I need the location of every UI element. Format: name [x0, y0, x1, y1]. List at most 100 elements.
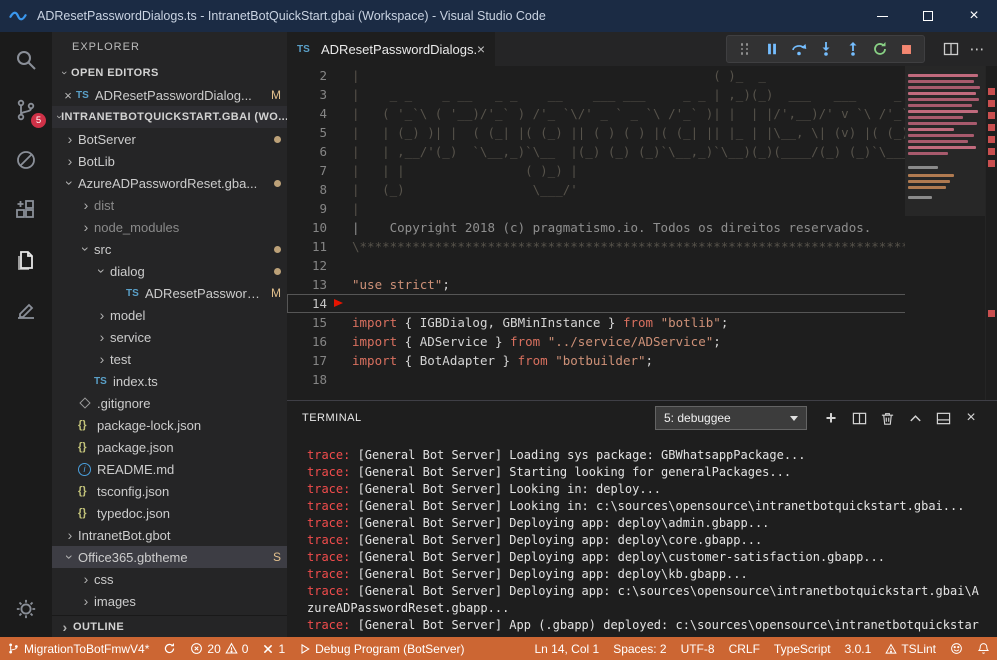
tree-item-label: ADResetPasswordDial... — [145, 286, 265, 301]
feedback-item[interactable] — [943, 637, 970, 660]
ts-version-item[interactable]: 3.0.1 — [838, 637, 879, 660]
tree-item-package-lock-json[interactable]: ›{}package-lock.json — [52, 414, 287, 436]
tree-item-src[interactable]: ›src — [52, 238, 287, 260]
line-number[interactable]: 5 — [287, 123, 327, 142]
tree-item-package-json[interactable]: ›{}package.json — [52, 436, 287, 458]
trace-prefix: trace: — [307, 618, 350, 632]
close-editor-icon[interactable]: × — [60, 88, 76, 103]
kill-terminal-button[interactable] — [873, 404, 901, 432]
outline-section-header[interactable]: › OUTLINE — [52, 615, 287, 637]
terminal-output[interactable]: trace: [General Bot Server] Loading sys … — [287, 435, 997, 637]
tslint-item[interactable]: TSLint — [878, 637, 943, 660]
problems-item[interactable]: 20 0 — [183, 637, 255, 660]
tree-item-readme-md[interactable]: ›iREADME.md — [52, 458, 287, 480]
code-editor[interactable]: 2| ( )_ _ |3| _ _ _ __ _ _ __ ___ ___ _ … — [287, 66, 997, 400]
line-number[interactable]: 10 — [287, 218, 327, 237]
settings-button[interactable] — [12, 595, 40, 623]
minimap-bar — [908, 74, 978, 77]
pause-button[interactable] — [758, 36, 785, 62]
line-number[interactable]: 7 — [287, 161, 327, 180]
line-number[interactable]: 3 — [287, 85, 327, 104]
tree-item-adresetpassworddial-[interactable]: ›TSADResetPasswordDial...M — [52, 282, 287, 304]
tree-item-dialog[interactable]: ›dialog — [52, 260, 287, 282]
indentation-item[interactable]: Spaces: 2 — [606, 637, 673, 660]
maximize-button[interactable] — [905, 0, 951, 32]
tree-item-typedoc-json[interactable]: ›{}typedoc.json — [52, 502, 287, 524]
notifications-item[interactable] — [970, 637, 997, 660]
line-number[interactable]: 4 — [287, 104, 327, 123]
line-number[interactable]: 8 — [287, 180, 327, 199]
tree-item-botserver[interactable]: ›BotServer — [52, 128, 287, 150]
tab-adresetpassworddialogs[interactable]: TS ADResetPasswordDialogs.ts × — [287, 32, 495, 66]
step-over-button[interactable] — [785, 36, 812, 62]
minimize-button[interactable] — [859, 0, 905, 32]
sync-item[interactable] — [156, 637, 183, 660]
tree-item-intranetbot-gbot[interactable]: ›IntranetBot.gbot — [52, 524, 287, 546]
tree-item-tsconfig-json[interactable]: ›{}tsconfig.json — [52, 480, 287, 502]
token — [653, 315, 661, 330]
step-into-button[interactable] — [812, 36, 839, 62]
debug-status-item[interactable]: Debug Program (BotServer) — [292, 637, 471, 660]
language-item[interactable]: TypeScript — [767, 637, 838, 660]
cursor-position-item[interactable]: Ln 14, Col 1 — [527, 637, 606, 660]
restart-button[interactable] — [866, 36, 893, 62]
encoding-item[interactable]: UTF-8 — [674, 637, 722, 660]
open-editor-item[interactable]: × TS ADResetPasswordDialog... M — [52, 84, 287, 106]
tree-item-service[interactable]: ›service — [52, 326, 287, 348]
sidebar-title: EXPLORER — [52, 32, 287, 62]
source-control-view-button[interactable]: 5 — [12, 96, 40, 124]
line-number[interactable]: 18 — [287, 370, 327, 389]
line-number[interactable]: 14 — [287, 294, 327, 313]
tree-item-botlib[interactable]: ›BotLib — [52, 150, 287, 172]
tree-item-index-ts[interactable]: ›TSindex.ts — [52, 370, 287, 392]
edit-view-button[interactable] — [12, 296, 40, 324]
new-terminal-button[interactable]: + — [817, 404, 845, 432]
tab-close-icon[interactable]: × — [477, 41, 485, 57]
tree-item-node-modules[interactable]: ›node_modules — [52, 216, 287, 238]
code-line-6: 6| | ,__/'(_) `\__,_)`\__ |(_) (_) (_)`\… — [287, 142, 997, 161]
overview-ruler[interactable] — [985, 66, 997, 400]
maximize-panel-button[interactable] — [901, 404, 929, 432]
git-branch-item[interactable]: MigrationToBotFmwV4* — [0, 637, 156, 660]
eol-item[interactable]: CRLF — [722, 637, 767, 660]
close-button[interactable]: × — [951, 0, 997, 32]
tree-item-model[interactable]: ›model — [52, 304, 287, 326]
tree-item--gitignore[interactable]: ›.gitignore — [52, 392, 287, 414]
tree-item-dist[interactable]: ›dist — [52, 194, 287, 216]
explorer-view-button[interactable] — [12, 246, 40, 274]
step-out-button[interactable] — [839, 36, 866, 62]
tree-item-azureadpasswordreset-gba-[interactable]: ›AzureADPasswordReset.gba... — [52, 172, 287, 194]
terminal-select[interactable]: 5: debuggee — [655, 406, 807, 430]
line-number[interactable]: 17 — [287, 351, 327, 370]
debug-view-button[interactable] — [12, 146, 40, 174]
minimap[interactable] — [905, 66, 985, 400]
split-editor-button[interactable] — [937, 36, 964, 62]
split-terminal-button[interactable] — [845, 404, 873, 432]
tree-item-label: BotServer — [78, 132, 136, 147]
open-editors-header[interactable]: › OPEN EDITORS — [52, 62, 287, 84]
toolbar-drag-handle[interactable] — [731, 36, 758, 62]
close-panel-button[interactable]: × — [957, 404, 985, 432]
line-number[interactable]: 11 — [287, 237, 327, 256]
line-number[interactable]: 6 — [287, 142, 327, 161]
more-actions-button[interactable]: ⋯ — [964, 36, 991, 62]
code-text: import { ADService } from "../service/AD… — [352, 332, 721, 351]
line-number[interactable]: 2 — [287, 66, 327, 85]
workspace-section-header[interactable]: › INTRANETBOTQUICKSTART.GBAI (WO... — [52, 106, 287, 128]
extensions-view-button[interactable] — [12, 196, 40, 224]
stop-button[interactable] — [893, 36, 920, 62]
line-number[interactable]: 12 — [287, 256, 327, 275]
tree-item-css[interactable]: ›css — [52, 568, 287, 590]
tasks-item[interactable]: 1 — [255, 637, 292, 660]
tree-item-test[interactable]: ›test — [52, 348, 287, 370]
terminal-panel: TERMINAL 5: debuggee + — [287, 400, 997, 637]
line-number[interactable]: 15 — [287, 313, 327, 332]
terminal-tab[interactable]: TERMINAL — [302, 412, 362, 424]
line-number[interactable]: 9 — [287, 199, 327, 218]
tree-item-images[interactable]: ›images — [52, 590, 287, 612]
toggle-panel-button[interactable] — [929, 404, 957, 432]
search-view-button[interactable] — [12, 46, 40, 74]
line-number[interactable]: 16 — [287, 332, 327, 351]
line-number[interactable]: 13 — [287, 275, 327, 294]
tree-item-office365-gbtheme[interactable]: ›Office365.gbthemeS — [52, 546, 287, 568]
